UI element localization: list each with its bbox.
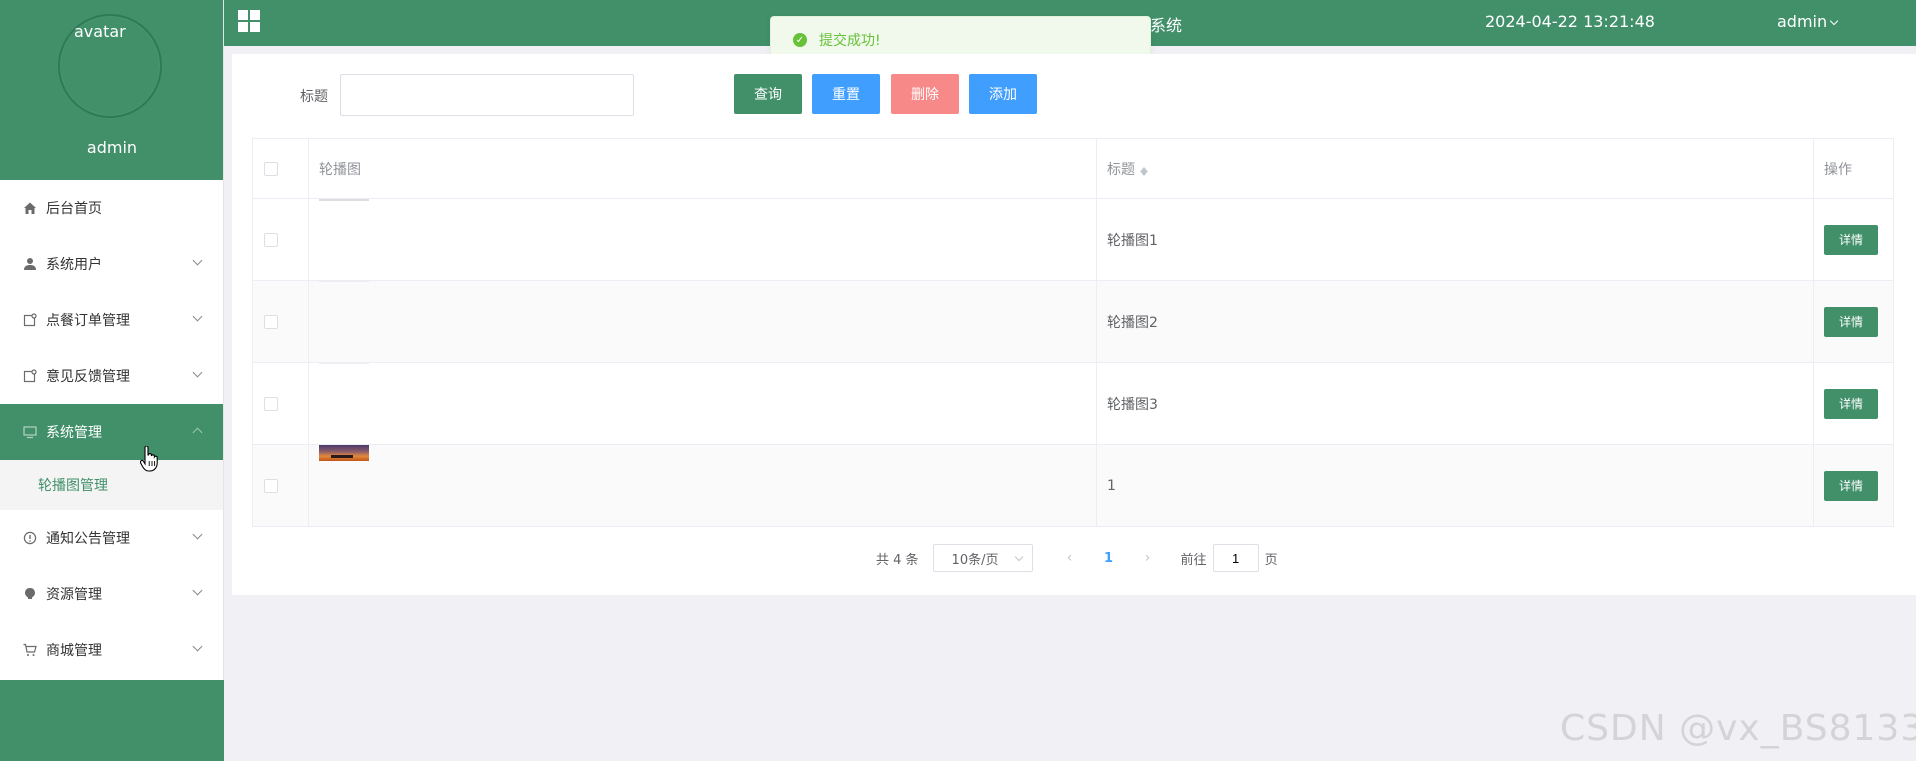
goto-suffix: 页 [1264,552,1278,568]
table-row: 轮播图2 详情 [252,280,1894,363]
query-button[interactable]: 查询 [734,74,802,114]
row-title: 轮播图2 [1096,280,1814,363]
sidebar-item-notice-management[interactable]: 通知公告管理 [0,510,223,566]
add-button[interactable]: 添加 [969,74,1037,114]
sidebar-item-home[interactable]: 后台首页 [0,180,223,236]
broken-thumbnail [319,363,369,364]
chevron-down-icon [192,255,203,266]
page-size-value: 10条/页 [951,552,999,568]
pagination: 共 4 条 10条/页 ‹ 1 › 前往 页 [876,544,1278,572]
user-dropdown[interactable]: admin [1777,12,1839,31]
row-checkbox[interactable] [264,314,278,329]
sidebar-item-label: 商城管理 [46,643,102,659]
row-title: 轮播图1 [1096,198,1814,281]
monitor-icon [22,424,38,440]
watermark: CSDN @vx_BS81330 [1560,708,1916,749]
table-row: 1 详情 [252,444,1894,527]
select-all-checkbox[interactable] [264,161,278,176]
toast-message: 提交成功! [819,33,881,49]
profile-username: admin [86,138,138,157]
sidebar-item-label: 资源管理 [46,587,102,603]
header-username: admin [1777,12,1828,31]
sidebar-item-resource-management[interactable]: 资源管理 [0,566,223,622]
header-datetime: 2024-04-22 13:21:48 [1485,12,1655,31]
sidebar: avatar admin 后台首页 系统用户 点餐订单管理 意见反馈管理 系统管… [0,0,224,761]
row-title: 轮播图3 [1096,362,1814,445]
table-row: 轮播图3 详情 [252,362,1894,445]
prev-page-icon[interactable]: ‹ [1055,550,1085,566]
title-search-input[interactable] [340,74,634,116]
page-number-current[interactable]: 1 [1085,551,1133,566]
sidebar-item-system-management[interactable]: 系统管理 [0,404,223,460]
cart-icon [22,642,38,658]
sidebar-item-order-management[interactable]: 点餐订单管理 [0,292,223,348]
main-panel: 标题 查询 重置 删除 添加 轮播图 标题 操作 轮播图1 详情 轮播图2 详情… [232,54,1916,595]
sidebar-item-mall-management[interactable]: 商城管理 [0,622,223,678]
next-page-icon[interactable]: › [1133,550,1163,566]
reset-button[interactable]: 重置 [812,74,880,114]
goto-page-input[interactable] [1212,544,1259,572]
table-row: 轮播图1 详情 [252,198,1894,281]
chevron-down-icon [192,367,203,378]
row-checkbox[interactable] [264,232,278,247]
chevron-down-icon [192,641,203,652]
column-header-image: 轮播图 [308,138,1097,199]
carousel-table: 轮播图 标题 操作 轮播图1 详情 轮播图2 详情 轮播图3 详情 1 详情 [252,138,1894,527]
search-label: 标题 [300,89,328,105]
row-title: 1 [1096,444,1814,527]
sunset-thumbnail [319,445,369,461]
pagination-total: 共 4 条 [876,552,919,568]
row-checkbox[interactable] [264,478,278,493]
avatar-alt-text: avatar [74,22,126,41]
goto-prefix: 前往 [1180,552,1207,568]
info-circle-icon [22,530,38,546]
detail-button[interactable]: 详情 [1824,224,1878,255]
sidebar-subitem-carousel-management[interactable]: 轮播图管理 [0,460,223,510]
chevron-down-icon [1014,552,1023,562]
sort-icon[interactable] [1139,163,1149,177]
broken-thumbnail [319,199,369,201]
column-header-action: 操作 [1813,138,1894,199]
sidebar-item-system-users[interactable]: 系统用户 [0,236,223,292]
sidebar-item-label: 意见反馈管理 [46,369,130,385]
chevron-down-icon [192,311,203,322]
page-size-select[interactable]: 10条/页 [932,544,1033,572]
sidebar-item-label: 系统用户 [46,257,102,273]
delete-button[interactable]: 删除 [891,74,959,114]
sidebar-item-label: 点餐订单管理 [46,313,130,329]
detail-button[interactable]: 详情 [1824,470,1878,501]
document-icon [22,312,38,328]
bulb-icon [22,586,38,602]
chevron-down-icon [192,585,203,596]
sidebar-item-feedback-management[interactable]: 意见反馈管理 [0,348,223,404]
chevron-down-icon [1829,16,1839,26]
chevron-up-icon [192,427,203,438]
row-checkbox[interactable] [264,396,278,411]
chevron-down-icon [192,529,203,540]
home-icon [22,200,38,216]
detail-button[interactable]: 详情 [1824,388,1878,419]
header-select-all[interactable] [252,138,309,199]
profile-panel: avatar admin [0,0,223,180]
table-header-row: 轮播图 标题 操作 [252,138,1894,199]
grid-menu-icon[interactable] [238,10,260,32]
sidebar-footer [0,680,224,761]
check-circle-icon: ✓ [793,33,807,47]
column-header-title[interactable]: 标题 [1096,138,1814,199]
column-header-title-label: 标题 [1107,161,1135,178]
hand-cursor-icon [140,446,158,472]
document-icon [22,368,38,384]
broken-thumbnail [319,281,369,282]
sidebar-item-label: 系统管理 [46,425,102,441]
sidebar-menu: 后台首页 系统用户 点餐订单管理 意见反馈管理 系统管理 轮播图管理 通知公告管… [0,180,223,678]
sidebar-item-label: 后台首页 [46,201,102,217]
sidebar-item-label: 通知公告管理 [46,531,130,547]
user-icon [22,256,38,272]
detail-button[interactable]: 详情 [1824,306,1878,337]
